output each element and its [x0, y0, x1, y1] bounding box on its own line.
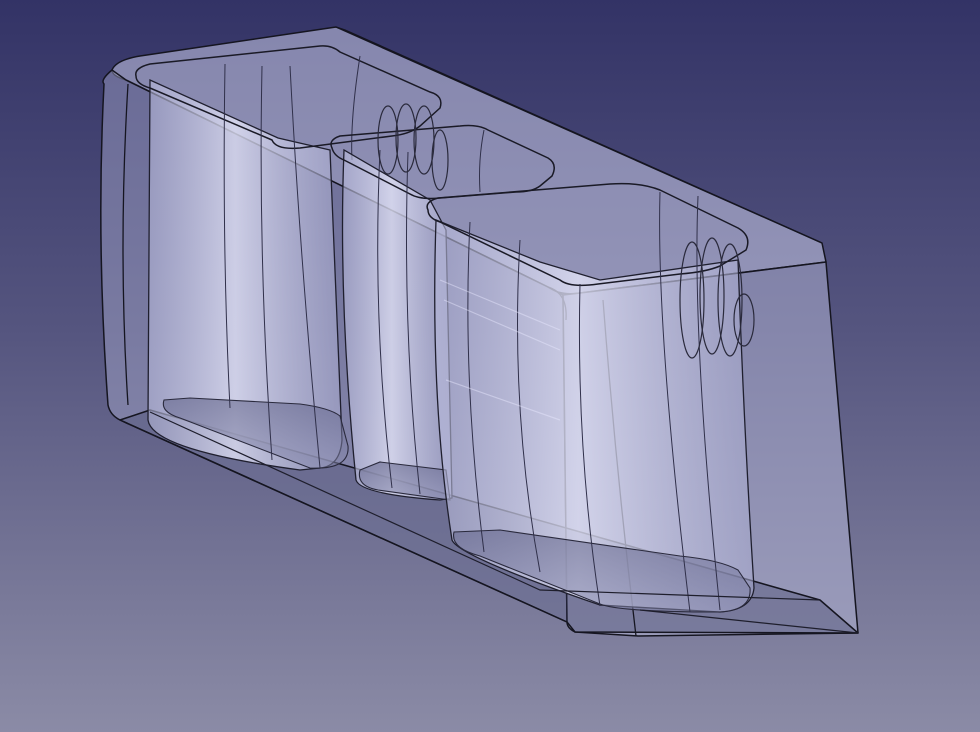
model-canvas[interactable] [0, 0, 980, 732]
3d-viewport[interactable] [0, 0, 980, 732]
